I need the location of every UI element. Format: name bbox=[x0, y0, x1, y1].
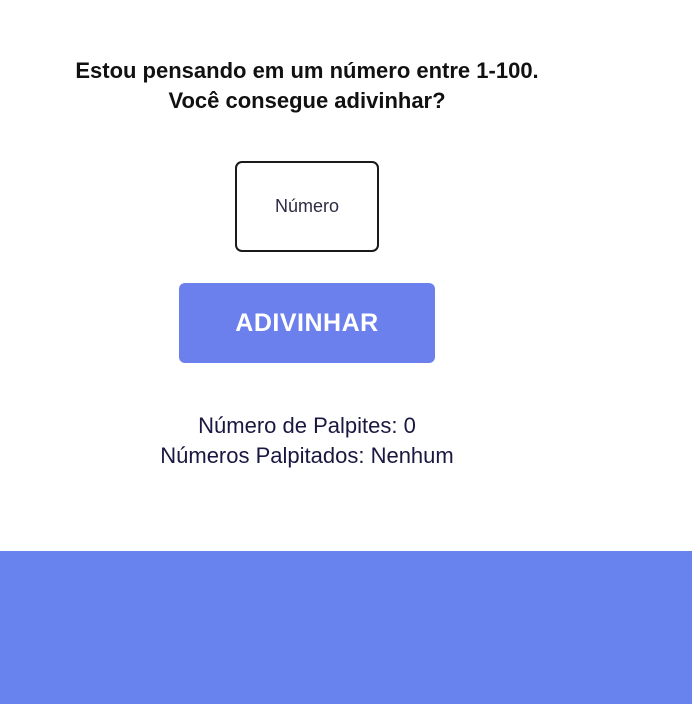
guessed-numbers-text: Números Palpitados: Nenhum bbox=[160, 443, 454, 468]
prompt-line-1: Estou pensando em um número entre 1-100. bbox=[75, 58, 539, 83]
guess-number-input[interactable] bbox=[235, 161, 379, 252]
game-prompt: Estou pensando em um número entre 1-100.… bbox=[0, 56, 614, 116]
guess-count-text: Número de Palpites: 0 bbox=[198, 413, 416, 438]
prompt-line-2: Você consegue adivinhar? bbox=[168, 88, 446, 113]
footer-band bbox=[0, 551, 692, 704]
guess-stats: Número de Palpites: 0 Números Palpitados… bbox=[0, 411, 614, 471]
guess-button[interactable]: ADIVINHAR bbox=[179, 283, 435, 363]
page: Estou pensando em um número entre 1-100.… bbox=[0, 0, 692, 704]
